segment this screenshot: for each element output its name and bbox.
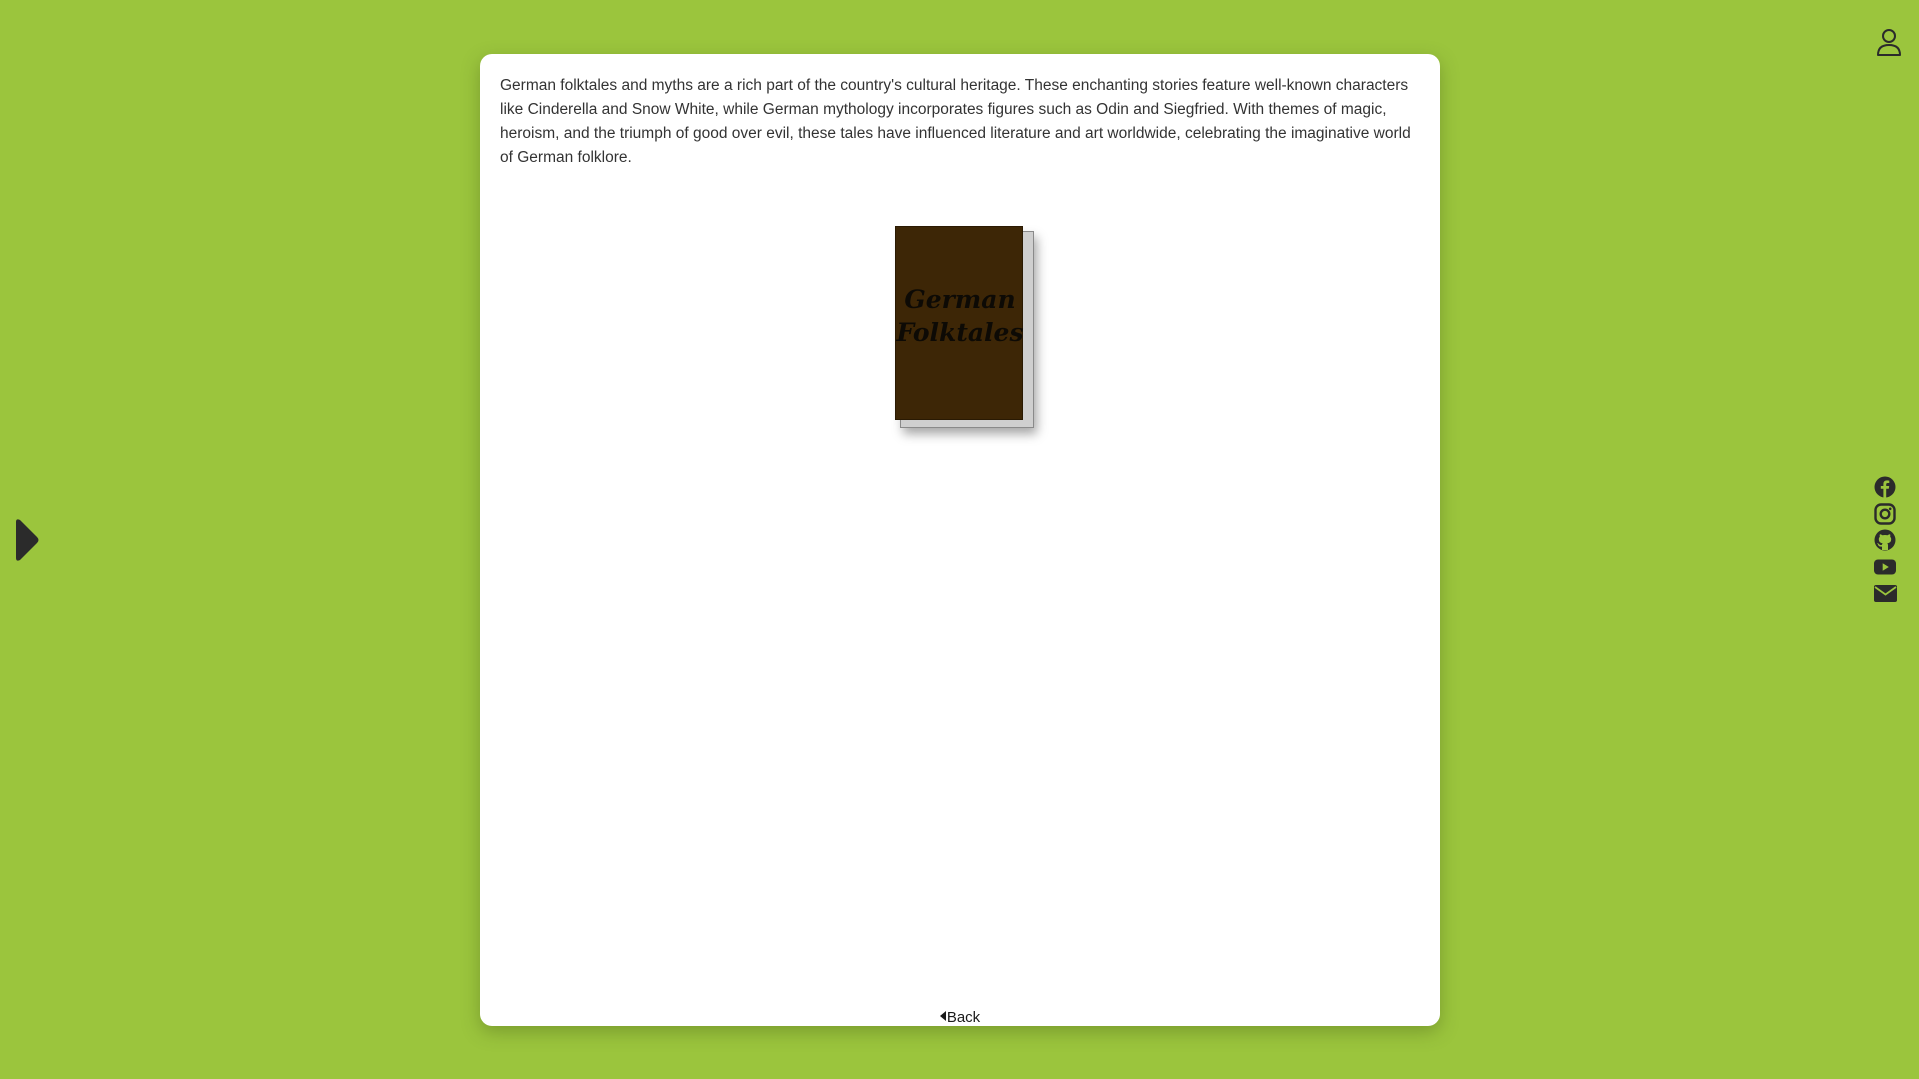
intro-text: German folktales and myths are a rich pa… bbox=[500, 77, 1411, 166]
next-arrow-icon[interactable] bbox=[13, 518, 39, 562]
book-german-folktales[interactable]: German Folktales bbox=[895, 226, 1034, 428]
back-caret-icon bbox=[939, 1011, 946, 1021]
email-icon[interactable] bbox=[1873, 582, 1899, 604]
user-icon[interactable] bbox=[1876, 28, 1902, 56]
content-card: German folktales and myths are a rich pa… bbox=[480, 54, 1440, 1026]
book-title: German Folktales bbox=[896, 283, 1024, 349]
social-links bbox=[1873, 476, 1901, 609]
back-link[interactable]: Back bbox=[480, 1009, 1440, 1026]
back-label: Back bbox=[946, 1009, 981, 1026]
book-cover: German Folktales bbox=[895, 226, 1024, 420]
page: German folktales and myths are a rich pa… bbox=[0, 0, 1919, 1079]
github-icon[interactable] bbox=[1873, 529, 1899, 551]
instagram-icon[interactable] bbox=[1873, 502, 1899, 525]
youtube-icon[interactable] bbox=[1873, 556, 1899, 578]
book-title-line2: Folktales bbox=[896, 318, 1024, 347]
book-title-line1: German bbox=[904, 285, 1016, 314]
facebook-icon[interactable] bbox=[1873, 476, 1899, 498]
